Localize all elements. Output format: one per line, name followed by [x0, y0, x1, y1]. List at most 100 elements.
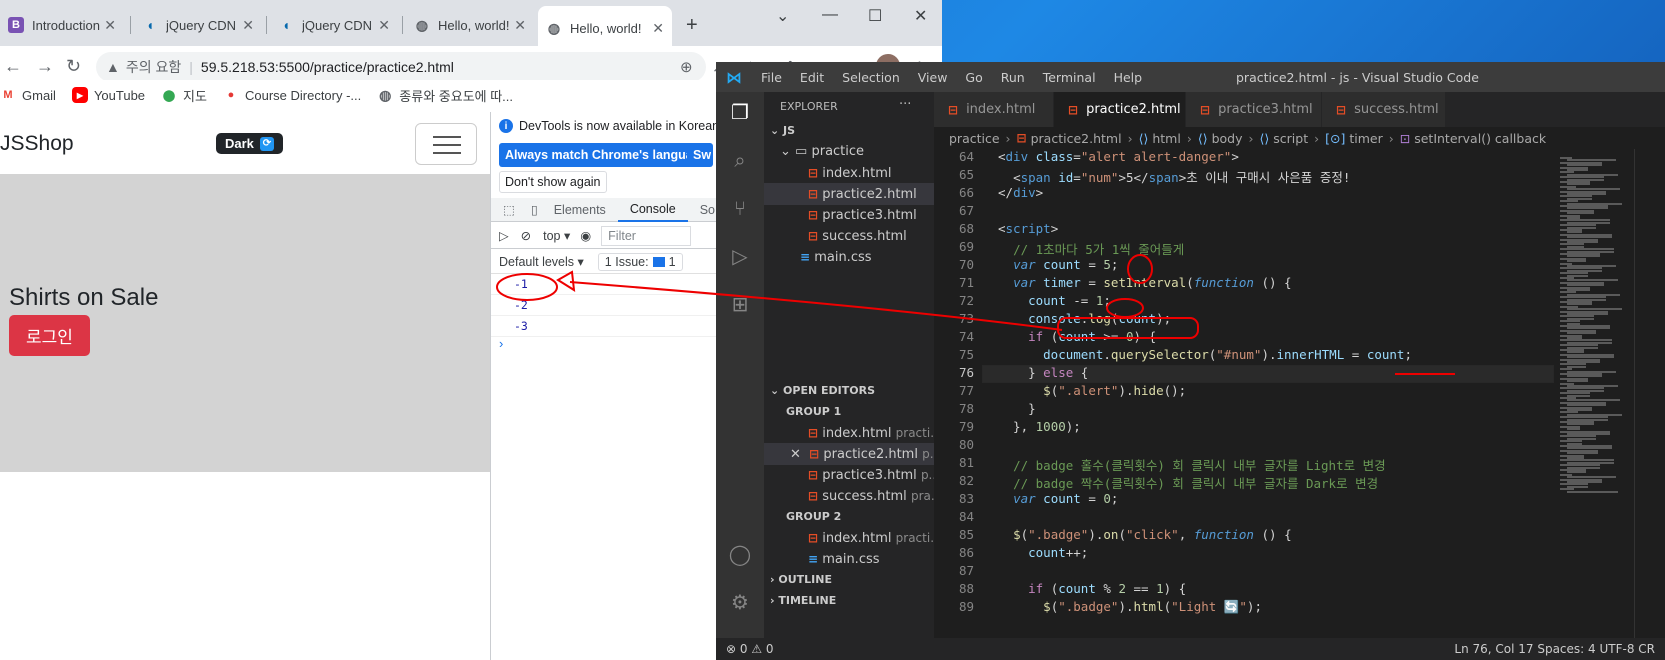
issues-button[interactable]: 1 Issue: 1: [597, 252, 683, 271]
open-editor-item[interactable]: ⊟ index.html practi...: [808, 527, 934, 549]
file-item[interactable]: ≡ main.css: [800, 246, 872, 268]
filter-input[interactable]: Filter: [601, 225, 692, 246]
editor-scrollbar[interactable]: [1634, 149, 1648, 638]
code-line: var count = 0;: [1013, 491, 1119, 506]
breadcrumb-item[interactable]: timer: [1349, 131, 1382, 146]
breadcrumb-item[interactable]: setInterval() callback: [1414, 131, 1546, 146]
browser-tab[interactable]: B Introduction ✕: [0, 8, 124, 42]
browser-tab[interactable]: ◍ Hello, world! ✕: [406, 8, 534, 42]
account-icon[interactable]: ◯: [728, 542, 752, 566]
open-editors-section[interactable]: ⌄ OPEN EDITORS: [770, 380, 875, 402]
breadcrumb-item[interactable]: script: [1273, 131, 1308, 146]
address-bar[interactable]: ▲ 주의 요함 | 59.5.218.53:5500/practice/prac…: [96, 52, 706, 82]
problems-indicator[interactable]: ⊗ 0 ⚠ 0: [726, 642, 774, 656]
reload-icon[interactable]: ↻: [66, 56, 81, 77]
outline-section[interactable]: › OUTLINE: [770, 569, 832, 591]
bookmark-other[interactable]: ◍ 종류와 중요도에 따...: [377, 86, 513, 105]
file-item-selected[interactable]: ⊟ practice2.html: [764, 183, 934, 205]
run-debug-icon[interactable]: ▷: [728, 244, 752, 268]
bookmark-gmail[interactable]: M Gmail: [0, 87, 56, 103]
always-match-language-button[interactable]: Always match Chrome's language: [499, 143, 714, 167]
open-editor-item[interactable]: ⊟ success.html pra...: [808, 485, 934, 507]
menu-terminal[interactable]: Terminal: [1034, 70, 1105, 85]
timeline-section[interactable]: › TIMELINE: [770, 590, 836, 612]
menu-file[interactable]: File: [752, 70, 791, 85]
folder-practice[interactable]: ⌄ ▭ practice: [780, 141, 864, 163]
console-prompt[interactable]: ›: [499, 336, 503, 351]
more-actions-icon[interactable]: ···: [899, 97, 911, 112]
log-levels-dropdown[interactable]: Default levels ▾: [499, 254, 584, 269]
close-icon[interactable]: ✕: [790, 447, 801, 462]
open-editor-item[interactable]: ≡ main.css: [808, 548, 880, 570]
new-tab-button[interactable]: +: [686, 14, 698, 37]
login-button[interactable]: 로그인: [9, 315, 90, 356]
browser-tab-active[interactable]: ◍ Hello, world! ✕: [538, 6, 672, 50]
open-editor-item[interactable]: ⊟ index.html practi...: [808, 422, 934, 444]
minimap[interactable]: [1554, 149, 1634, 638]
workspace-root[interactable]: ⌄ JS: [770, 120, 795, 142]
breadcrumb-item[interactable]: practice: [949, 131, 1000, 146]
line-number: 71: [958, 275, 974, 290]
cursor-position[interactable]: Ln 76, Col 17 Spaces: 4 UTF-8 CR: [1454, 642, 1655, 656]
menu-edit[interactable]: Edit: [791, 70, 833, 85]
menu-selection[interactable]: Selection: [833, 70, 909, 85]
editor-tab-active[interactable]: ⊟practice2.html✕: [1054, 92, 1204, 127]
browser-tab[interactable]: ◖ jQuery CDN ✕: [270, 8, 398, 42]
bookmark-maps[interactable]: ⬤ 지도: [161, 86, 207, 105]
browser-tab[interactable]: ◖ jQuery CDN ✕: [134, 8, 262, 42]
minimize-button[interactable]: —: [822, 6, 838, 24]
code-editor[interactable]: 64 65 66 67 68 69 70 71 72 73 74 75 76 77 78 79 80 81 82 83…: [934, 149, 1554, 638]
url-text[interactable]: 59.5.218.53:5500/practice/practice2.html: [201, 59, 454, 75]
close-icon[interactable]: ✕: [514, 17, 526, 34]
menu-run[interactable]: Run: [992, 70, 1034, 85]
file-item[interactable]: ⊟ practice3.html: [808, 204, 917, 226]
menu-help[interactable]: Help: [1105, 70, 1152, 85]
breadcrumb-item[interactable]: html: [1152, 131, 1180, 146]
close-icon[interactable]: ✕: [378, 17, 390, 34]
close-icon[interactable]: ✕: [652, 20, 664, 37]
tab-console[interactable]: Console: [617, 198, 688, 222]
settings-gear-icon[interactable]: ⚙: [728, 590, 752, 614]
back-icon[interactable]: ←: [4, 56, 22, 77]
html-file-icon: ⊟: [1068, 102, 1079, 117]
breadcrumb-item[interactable]: practice2.html: [1031, 131, 1122, 146]
context-selector[interactable]: top ▾: [543, 228, 570, 243]
forward-icon[interactable]: →: [36, 56, 54, 77]
search-icon[interactable]: ⌕: [728, 148, 752, 172]
extensions-icon[interactable]: ⊞: [728, 292, 752, 316]
switch-language-button[interactable]: Swit: [687, 143, 711, 167]
explorer-icon[interactable]: ❐: [728, 100, 752, 124]
security-label[interactable]: 주의 요함: [126, 57, 181, 77]
inspect-icon[interactable]: ⬚: [491, 198, 527, 222]
file-item[interactable]: ⊟ success.html: [808, 225, 907, 247]
editor-tab[interactable]: ⊟ success.html: [1322, 92, 1446, 127]
device-toolbar-icon[interactable]: ▯: [527, 198, 542, 222]
theme-badge[interactable]: Dark ⟳: [216, 133, 283, 154]
brand-logo[interactable]: JSShop: [0, 132, 74, 156]
close-window-button[interactable]: ✕: [914, 6, 927, 26]
close-icon[interactable]: ✕: [104, 17, 116, 34]
maximize-button[interactable]: ☐: [868, 6, 882, 26]
editor-tab[interactable]: ⊟ index.html: [934, 92, 1054, 127]
tab-elements[interactable]: Elements: [542, 198, 618, 222]
editor-tab[interactable]: ⊟ practice3.html: [1186, 92, 1322, 127]
file-item[interactable]: ⊟ index.html: [808, 162, 892, 184]
open-editor-item-active[interactable]: ✕ ⊟ practice2.html p...: [764, 443, 934, 465]
menu-go[interactable]: Go: [956, 70, 991, 85]
dont-show-again-button[interactable]: Don't show again: [499, 171, 607, 193]
sidebar-toggle-icon[interactable]: ▷: [499, 228, 509, 243]
bookmark-course-directory[interactable]: ● Course Directory -...: [223, 87, 362, 103]
group-header: GROUP 1: [786, 405, 842, 418]
menu-view[interactable]: View: [909, 70, 957, 85]
editor-tabs: ⊟index.html ⊟practice2.html✕ ⊟practice3.…: [934, 92, 1665, 127]
clear-console-icon[interactable]: ⊘: [521, 228, 531, 243]
tab-search-icon[interactable]: ⌄: [776, 6, 789, 26]
navbar-toggler-button[interactable]: [415, 123, 477, 165]
eye-icon[interactable]: ◉: [580, 228, 591, 243]
close-icon[interactable]: ✕: [242, 17, 254, 34]
open-editor-item[interactable]: ⊟ practice3.html p...: [808, 464, 934, 486]
breadcrumb-item[interactable]: body: [1212, 131, 1243, 146]
source-control-icon[interactable]: ⑂: [728, 196, 752, 220]
zoom-icon[interactable]: ⊕: [680, 58, 693, 76]
bookmark-youtube[interactable]: ▶ YouTube: [71, 87, 145, 103]
